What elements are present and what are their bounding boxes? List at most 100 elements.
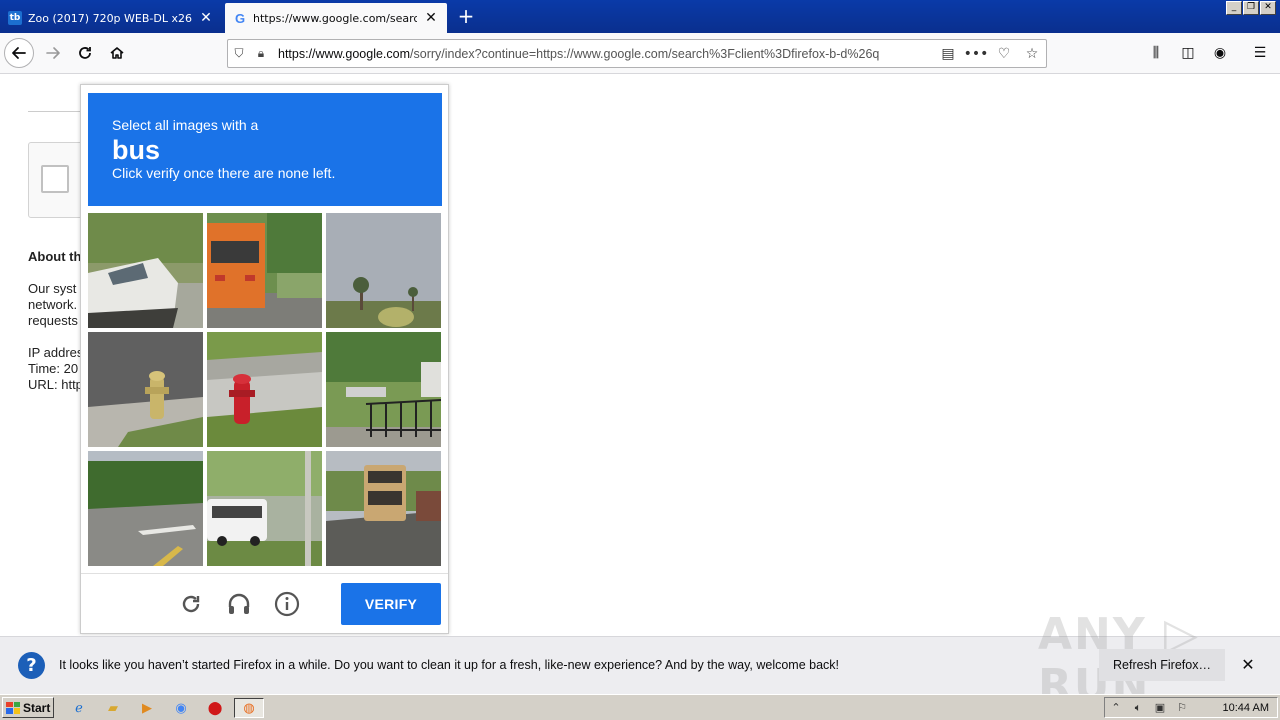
windows-taskbar: Start ℯ ▰ ▶ ◉ ⬤ ◍ ⌃ 🔈︎ ▣ ⚐ 10:44 AM — [0, 694, 1280, 720]
opera-icon[interactable]: ⬤ — [204, 698, 226, 718]
reader-view-icon[interactable]: ▤ — [934, 46, 962, 62]
close-tab-icon[interactable]: ✕ — [198, 10, 214, 26]
challenge-instruction: Select all images with a — [112, 117, 259, 133]
page-text-line: requests — [28, 313, 78, 328]
tab-google-search[interactable]: G https://www.google.com/search?q ✕ — [225, 3, 447, 33]
image-grid — [88, 213, 441, 566]
lock-icon[interactable]: 🔒︎ — [250, 46, 272, 61]
info-icon — [274, 591, 300, 617]
action-center-flag-icon[interactable]: ⚐ — [1171, 701, 1193, 714]
system-tray: ⌃ 🔈︎ ▣ ⚐ 10:44 AM — [1104, 697, 1278, 718]
recaptcha-challenge: Select all images with a bus Click verif… — [80, 84, 449, 634]
divider — [28, 111, 88, 112]
captcha-tile[interactable] — [88, 332, 203, 447]
captcha-tile[interactable] — [207, 332, 322, 447]
headphones-icon — [228, 593, 250, 614]
captcha-tile[interactable] — [326, 213, 441, 328]
address-bar[interactable]: ⛉ 🔒︎ https://www.google.com/sorry/index?… — [227, 39, 1047, 68]
captcha-tile[interactable] — [88, 213, 203, 328]
network-icon[interactable]: ▣ — [1149, 701, 1171, 714]
internet-explorer-icon[interactable]: ℯ — [68, 698, 90, 718]
back-button[interactable] — [4, 38, 34, 68]
forward-button[interactable] — [38, 38, 68, 68]
double-decker-bus-image — [326, 451, 441, 566]
reload-challenge-icon[interactable] — [177, 590, 205, 618]
page-text-line: Our syst — [28, 281, 77, 296]
arrow-left-icon — [12, 47, 26, 59]
new-tab-button[interactable]: + — [452, 4, 480, 30]
tab-title: Zoo (2017) 720p WEB-DL x264 ESub — [28, 11, 192, 25]
home-button[interactable] — [102, 38, 132, 68]
captcha-tile[interactable] — [207, 213, 322, 328]
palm-trees-image — [326, 213, 441, 328]
page-text-line: network. — [28, 297, 78, 312]
clock: 10:44 AM — [1222, 701, 1269, 714]
road-image — [88, 451, 203, 566]
windows-logo-icon — [6, 701, 20, 714]
refresh-firefox-button[interactable]: Refresh Firefox… — [1099, 649, 1225, 681]
site-favicon-icon: tb — [8, 11, 22, 25]
pocket-icon[interactable]: ♡ — [990, 46, 1018, 62]
bookmark-star-icon[interactable]: ☆ — [1018, 46, 1046, 62]
close-notification-icon[interactable]: ✕ — [1238, 653, 1258, 677]
page-text-line: IP addres — [28, 345, 83, 360]
chrome-icon[interactable]: ◉ — [170, 698, 192, 718]
challenge-target: bus — [112, 135, 161, 165]
captcha-tile[interactable] — [88, 451, 203, 566]
notification-bar: ANY ▷ RUN ? It looks like you haven’t st… — [0, 609, 1280, 711]
restore-icon[interactable]: ❐ — [1243, 1, 1259, 15]
account-icon[interactable]: ◉ — [1207, 41, 1233, 67]
challenge-footer: VERIFY — [81, 573, 448, 633]
challenge-subtext: Click verify once there are none left. — [112, 165, 336, 181]
red-hydrant-image — [207, 332, 322, 447]
im-not-a-robot-checkbox[interactable] — [41, 165, 69, 193]
page-text-line: URL: http — [28, 377, 83, 392]
sidebar-icon[interactable]: ◫ — [1175, 41, 1201, 67]
yellow-hydrant-image — [88, 332, 203, 447]
home-icon — [110, 47, 124, 59]
tab-strip: tb Zoo (2017) 720p WEB-DL x264 ESub ✕ G … — [0, 0, 1280, 33]
about-heading: About th — [28, 249, 82, 264]
url-domain: https://www.google.com — [278, 46, 411, 61]
challenge-header: Select all images with a bus Click verif… — [88, 93, 442, 206]
navigation-toolbar: ⛉ 🔒︎ https://www.google.com/sorry/index?… — [0, 33, 1280, 74]
folder-icon[interactable]: ▰ — [102, 698, 124, 718]
reload-button[interactable] — [70, 38, 100, 68]
captcha-tile[interactable] — [326, 332, 441, 447]
recaptcha-widget — [28, 142, 88, 218]
help-info-icon[interactable] — [273, 590, 301, 618]
question-icon: ? — [18, 652, 45, 679]
firefox-taskbar-button[interactable]: ◍ — [234, 698, 264, 718]
boat-image — [88, 213, 203, 328]
menu-icon[interactable]: ☰ — [1247, 41, 1273, 67]
volume-icon[interactable]: 🔈︎ — [1127, 701, 1149, 715]
media-player-icon[interactable]: ▶ — [136, 698, 158, 718]
street-fence-image — [326, 332, 441, 447]
notification-text: It looks like you haven’t started Firefo… — [59, 658, 840, 672]
minimize-icon[interactable]: _ — [1226, 1, 1242, 15]
close-tab-icon[interactable]: ✕ — [423, 10, 439, 26]
tab-zoo-movie[interactable]: tb Zoo (2017) 720p WEB-DL x264 ESub ✕ — [0, 3, 222, 33]
more-actions-icon[interactable]: ••• — [962, 46, 990, 62]
google-favicon-icon: G — [234, 10, 246, 26]
refresh-icon — [182, 595, 200, 613]
url-path: /sorry/index?continue=https://www.google… — [410, 46, 880, 61]
orange-bus-image — [207, 213, 322, 328]
tray-expand-icon[interactable]: ⌃ — [1105, 701, 1127, 714]
arrow-right-icon — [46, 47, 60, 59]
verify-button[interactable]: VERIFY — [341, 583, 441, 625]
url-text[interactable]: https://www.google.com/sorry/index?conti… — [272, 47, 934, 61]
start-button[interactable]: Start — [2, 697, 54, 718]
library-icon[interactable]: ⫼ — [1143, 41, 1169, 67]
tab-title: https://www.google.com/search?q — [253, 11, 417, 25]
audio-challenge-icon[interactable] — [225, 590, 253, 618]
captcha-tile[interactable] — [207, 451, 322, 566]
reload-icon — [79, 47, 91, 59]
page-text-line: Time: 20 — [28, 361, 79, 376]
white-bus-image — [207, 451, 322, 566]
captcha-tile[interactable] — [326, 451, 441, 566]
close-window-icon[interactable]: ✕ — [1260, 1, 1276, 15]
shield-icon[interactable]: ⛉ — [228, 46, 250, 61]
window-controls: _ ❐ ✕ — [1226, 1, 1276, 15]
start-label: Start — [23, 700, 51, 715]
